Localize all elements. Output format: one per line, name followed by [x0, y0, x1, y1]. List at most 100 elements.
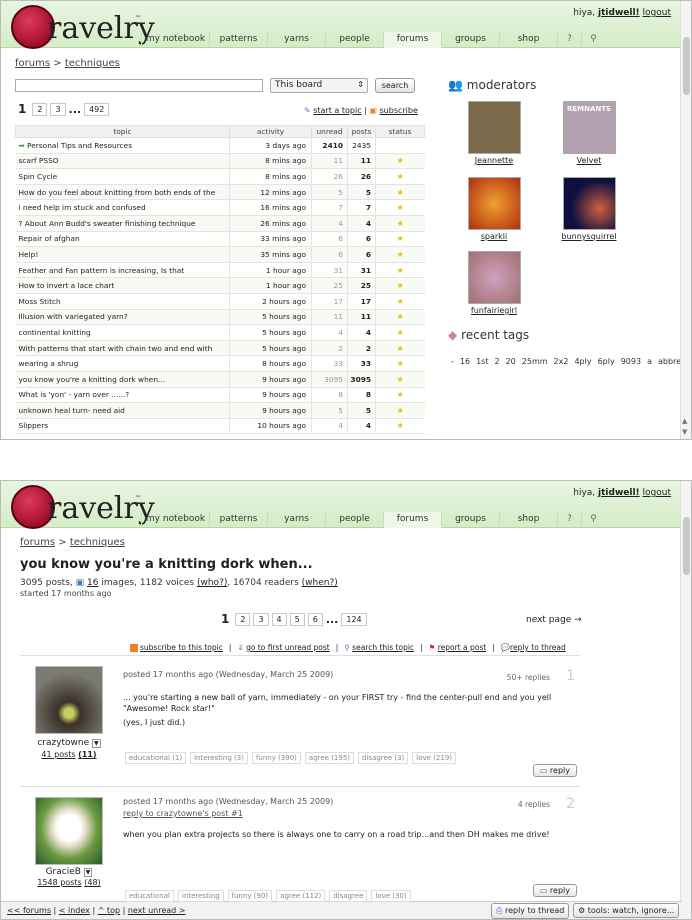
tab-shop[interactable]: shop: [499, 32, 557, 48]
topic-title[interactable]: Slippers: [15, 418, 230, 435]
page-link[interactable]: 3: [253, 612, 269, 626]
scrollbar[interactable]: ▲ ▼: [680, 1, 691, 439]
footer-tools-button[interactable]: ⚙ tools: watch, ignore...: [573, 903, 680, 918]
reply-to-link[interactable]: reply to crazytowne's post #1: [123, 809, 243, 818]
footer-index-link[interactable]: < index: [59, 906, 90, 915]
col-status[interactable]: status: [375, 125, 425, 138]
tab-patterns[interactable]: patterns: [209, 512, 267, 528]
vote-interesting[interactable]: interesting (3): [190, 752, 248, 764]
tab-forums[interactable]: forums: [383, 32, 441, 48]
topic-title[interactable]: scarf PSSO: [15, 153, 230, 170]
tag-link[interactable]: 20: [506, 357, 516, 366]
tag-link[interactable]: 9093: [621, 357, 641, 366]
post-count-extra[interactable]: (48): [84, 878, 100, 887]
tab-patterns[interactable]: patterns: [209, 32, 267, 48]
topic-title[interactable]: ? About Ann Budd's sweater finishing tec…: [15, 215, 230, 232]
topic-row[interactable]: Illusion with variegated yarn? 5 hours ag…: [15, 309, 425, 326]
moderator-jeannette[interactable]: Jeannette: [464, 101, 524, 165]
topic-row[interactable]: ? About Ann Budd's sweater finishing tec…: [15, 215, 425, 232]
scroll-up-icon[interactable]: ▲: [682, 417, 687, 425]
topic-title[interactable]: Moss Stitch: [15, 293, 230, 310]
breadcrumb-forums[interactable]: forums: [20, 537, 55, 548]
tab-shop[interactable]: shop: [499, 512, 557, 528]
images-link[interactable]: 16: [87, 578, 98, 588]
author-name[interactable]: crazytowne: [37, 738, 89, 748]
topic-row[interactable]: Help! 35 mins ago 6 6 ★: [15, 246, 425, 263]
topic-title[interactable]: Help!: [15, 246, 230, 263]
topic-title[interactable]: What is 'yon' - yarn over ......?: [15, 387, 230, 404]
tag-link[interactable]: 25mm: [522, 357, 548, 366]
subscribe-link[interactable]: subscribe: [380, 106, 418, 115]
tab-my-notebook[interactable]: my notebook: [141, 32, 209, 48]
topic-row[interactable]: Repair of afghan 33 mins ago 6 6 ★: [15, 231, 425, 248]
username-link[interactable]: jtidwell!: [598, 488, 640, 498]
tag-link[interactable]: -: [451, 357, 454, 366]
topic-title[interactable]: unknown heal turn- need aid: [15, 402, 230, 419]
tab-people[interactable]: people: [325, 32, 383, 48]
topic-row[interactable]: wearing a shrug 8 hours ago 33 33 ★: [15, 355, 425, 372]
footer-next-unread-link[interactable]: next unread >: [128, 906, 186, 915]
topic-title[interactable]: wearing a shrug: [15, 355, 230, 372]
moderator-name[interactable]: funfairiegirl: [471, 306, 517, 315]
tag-link[interactable]: a: [647, 357, 652, 366]
breadcrumb-techniques[interactable]: techniques: [65, 58, 120, 69]
breadcrumb-techniques[interactable]: techniques: [70, 537, 125, 548]
scrollbar[interactable]: [680, 481, 691, 919]
topic-row[interactable]: What is 'yon' - yarn over ......? 9 hours…: [15, 387, 425, 404]
user-avatar[interactable]: [35, 797, 103, 865]
moderator-avatar[interactable]: [562, 177, 616, 230]
search-button[interactable]: search: [375, 78, 415, 93]
tab-groups[interactable]: groups: [441, 512, 499, 528]
moderator-velvet[interactable]: REMNANTS Velvet: [559, 101, 619, 165]
vote-agree[interactable]: agree (195): [304, 752, 355, 764]
reply-tool[interactable]: 💬reply to thread: [501, 643, 566, 652]
logout-link[interactable]: logout: [643, 8, 671, 18]
moderator-avatar[interactable]: [467, 101, 521, 154]
vote-agree[interactable]: agree (112): [276, 890, 326, 902]
replies-link[interactable]: 4 replies: [518, 800, 550, 809]
moderator-name[interactable]: bunnysquirrel: [562, 232, 617, 241]
vote-funny[interactable]: funny (90): [227, 890, 273, 902]
replies-link[interactable]: 50+ replies: [507, 673, 550, 682]
topic-row[interactable]: Moss Stitch 2 hours ago 17 17 ★: [15, 293, 425, 310]
footer-top-link[interactable]: ^ top: [98, 906, 120, 915]
ravelry-logo[interactable]: ravelry ™: [11, 5, 155, 49]
breadcrumb-forums[interactable]: forums: [15, 58, 50, 69]
topic-title[interactable]: How do you feel about knitting from both…: [15, 184, 230, 201]
page-link[interactable]: 4: [271, 612, 287, 626]
moderator-name[interactable]: Velvet: [577, 156, 602, 165]
author-post-count[interactable]: 41 posts (11): [28, 750, 110, 759]
help-icon[interactable]: ?: [557, 512, 581, 528]
moderator-avatar[interactable]: [467, 251, 521, 304]
reply-button[interactable]: ▭ reply: [532, 764, 577, 777]
board-search-input[interactable]: [15, 79, 263, 92]
col-posts[interactable]: posts: [347, 125, 376, 138]
topic-row[interactable]: unknown heal turn- need aid 9 hours ago 5 5…: [15, 402, 425, 419]
page-link[interactable]: 2: [32, 102, 48, 116]
scroll-down-icon[interactable]: ▼: [682, 428, 687, 436]
col-activity[interactable]: activity: [229, 125, 312, 138]
topic-row[interactable]: Spin Cycle 8 mins ago 26 26 ★: [15, 168, 425, 185]
help-icon[interactable]: ?: [557, 32, 581, 48]
topic-title[interactable]: Spin Cycle: [15, 168, 230, 185]
first-unread-tool[interactable]: ⇓ go to first unread post: [237, 643, 329, 652]
search-scope-select[interactable]: This board ⇕: [270, 78, 368, 93]
user-avatar[interactable]: [35, 666, 103, 734]
search-icon[interactable]: ⚲: [581, 512, 605, 528]
vote-love[interactable]: love (219): [412, 752, 457, 764]
scroll-thumb[interactable]: [683, 37, 690, 95]
moderator-avatar[interactable]: REMNANTS: [562, 101, 616, 154]
tag-link[interactable]: 4ply: [574, 357, 591, 366]
moderator-avatar[interactable]: [467, 177, 521, 230]
topic-title[interactable]: Illusion with variegated yarn?: [15, 309, 230, 326]
author-name[interactable]: GracieB: [46, 867, 81, 877]
col-topic[interactable]: topic: [15, 125, 230, 138]
tab-yarns[interactable]: yarns: [267, 512, 325, 528]
vote-disagree[interactable]: disagree: [329, 890, 368, 902]
topic-title[interactable]: ➡ Personal Tips and Resources: [15, 137, 230, 154]
topic-title[interactable]: Feather and Fan pattern is increasing, I…: [15, 262, 230, 279]
post-count-link[interactable]: 41 posts: [41, 750, 75, 759]
topic-row[interactable]: you know you're a knitting dork when... 9…: [15, 371, 425, 388]
post-count-link[interactable]: 1548 posts: [37, 878, 81, 887]
when-link[interactable]: (when?): [302, 578, 338, 588]
